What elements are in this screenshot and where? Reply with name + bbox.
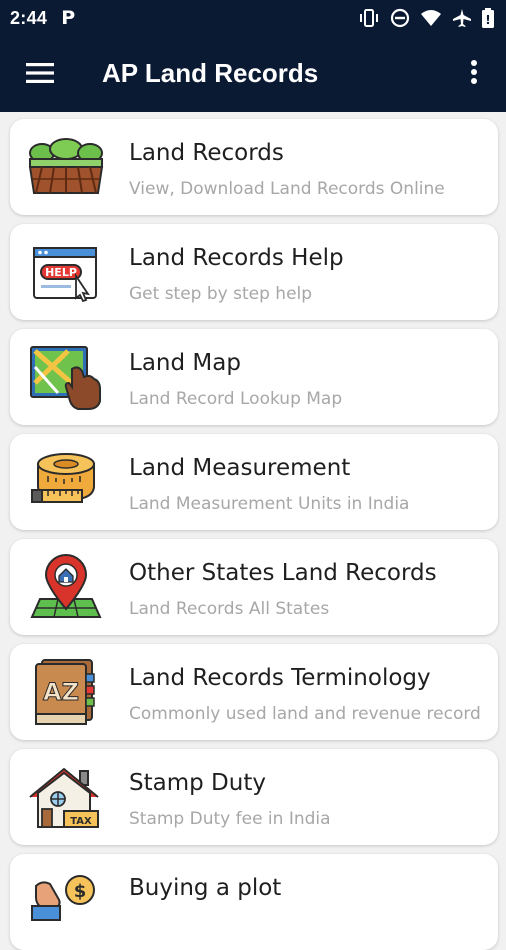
item-title: Other States Land Records	[129, 560, 437, 586]
vibrate-icon	[360, 9, 378, 27]
menu-icon[interactable]	[26, 62, 54, 84]
farm-field-icon	[28, 133, 104, 201]
list-item-other-states[interactable]: Other States Land Records Land Records A…	[10, 539, 498, 635]
list-item-stamp-duty[interactable]: TAX Stamp Duty Stamp Duty fee in India	[10, 749, 498, 845]
item-title: Land Records	[129, 140, 284, 166]
item-title: Buying a plot	[129, 875, 282, 901]
wifi-icon	[421, 10, 441, 26]
item-subtitle: Commonly used land and revenue record	[129, 704, 481, 724]
svg-text:HELP: HELP	[45, 266, 77, 279]
svg-text:!: !	[485, 13, 490, 27]
app-title: AP Land Records	[102, 58, 319, 88]
item-title: Land Map	[129, 350, 241, 376]
app-bar: AP Land Records	[0, 36, 506, 112]
dictionary-icon: AZ	[28, 658, 104, 726]
money-hand-icon: $	[28, 868, 104, 936]
house-tax-icon: TAX	[28, 763, 104, 831]
do-not-disturb-icon	[390, 8, 410, 28]
list-item-land-records-help[interactable]: HELP Land Records Help Get step by step …	[10, 224, 498, 320]
item-title: Land Records Help	[129, 245, 344, 271]
item-subtitle: View, Download Land Records Online	[129, 179, 445, 199]
parking-icon: P	[61, 7, 76, 29]
map-touch-icon	[28, 343, 104, 411]
measuring-tape-icon	[28, 448, 104, 516]
item-subtitle: Stamp Duty fee in India	[129, 809, 331, 829]
status-icons: !	[358, 8, 494, 28]
svg-text:$: $	[74, 881, 87, 902]
airplane-icon	[453, 9, 471, 27]
list-item-land-map[interactable]: Land Map Land Record Lookup Map	[10, 329, 498, 425]
more-options-icon[interactable]	[462, 58, 486, 88]
item-title: Land Measurement	[129, 455, 351, 481]
list-item-land-measurement[interactable]: Land Measurement Land Measurement Units …	[10, 434, 498, 530]
svg-text:TAX: TAX	[70, 816, 92, 827]
item-title: Stamp Duty	[129, 770, 266, 796]
status-bar: 2:44 P !	[0, 0, 506, 36]
item-subtitle: Land Measurement Units in India	[129, 494, 410, 514]
list-item-buying-plot[interactable]: $ Buying a plot	[10, 854, 498, 950]
help-screen-icon: HELP	[28, 238, 104, 306]
battery-icon: !	[482, 8, 494, 28]
list-item-terminology[interactable]: AZ Land Records Terminology Commonly use…	[10, 644, 498, 740]
list-item-land-records[interactable]: Land Records View, Download Land Records…	[10, 119, 498, 215]
svg-text:AZ: AZ	[43, 678, 79, 706]
item-subtitle: Land Records All States	[129, 599, 330, 619]
item-title: Land Records Terminology	[129, 665, 431, 691]
item-subtitle: Land Record Lookup Map	[129, 389, 343, 409]
status-time: 2:44	[10, 7, 48, 28]
item-subtitle: Get step by step help	[129, 284, 313, 304]
location-pin-icon	[28, 553, 104, 621]
